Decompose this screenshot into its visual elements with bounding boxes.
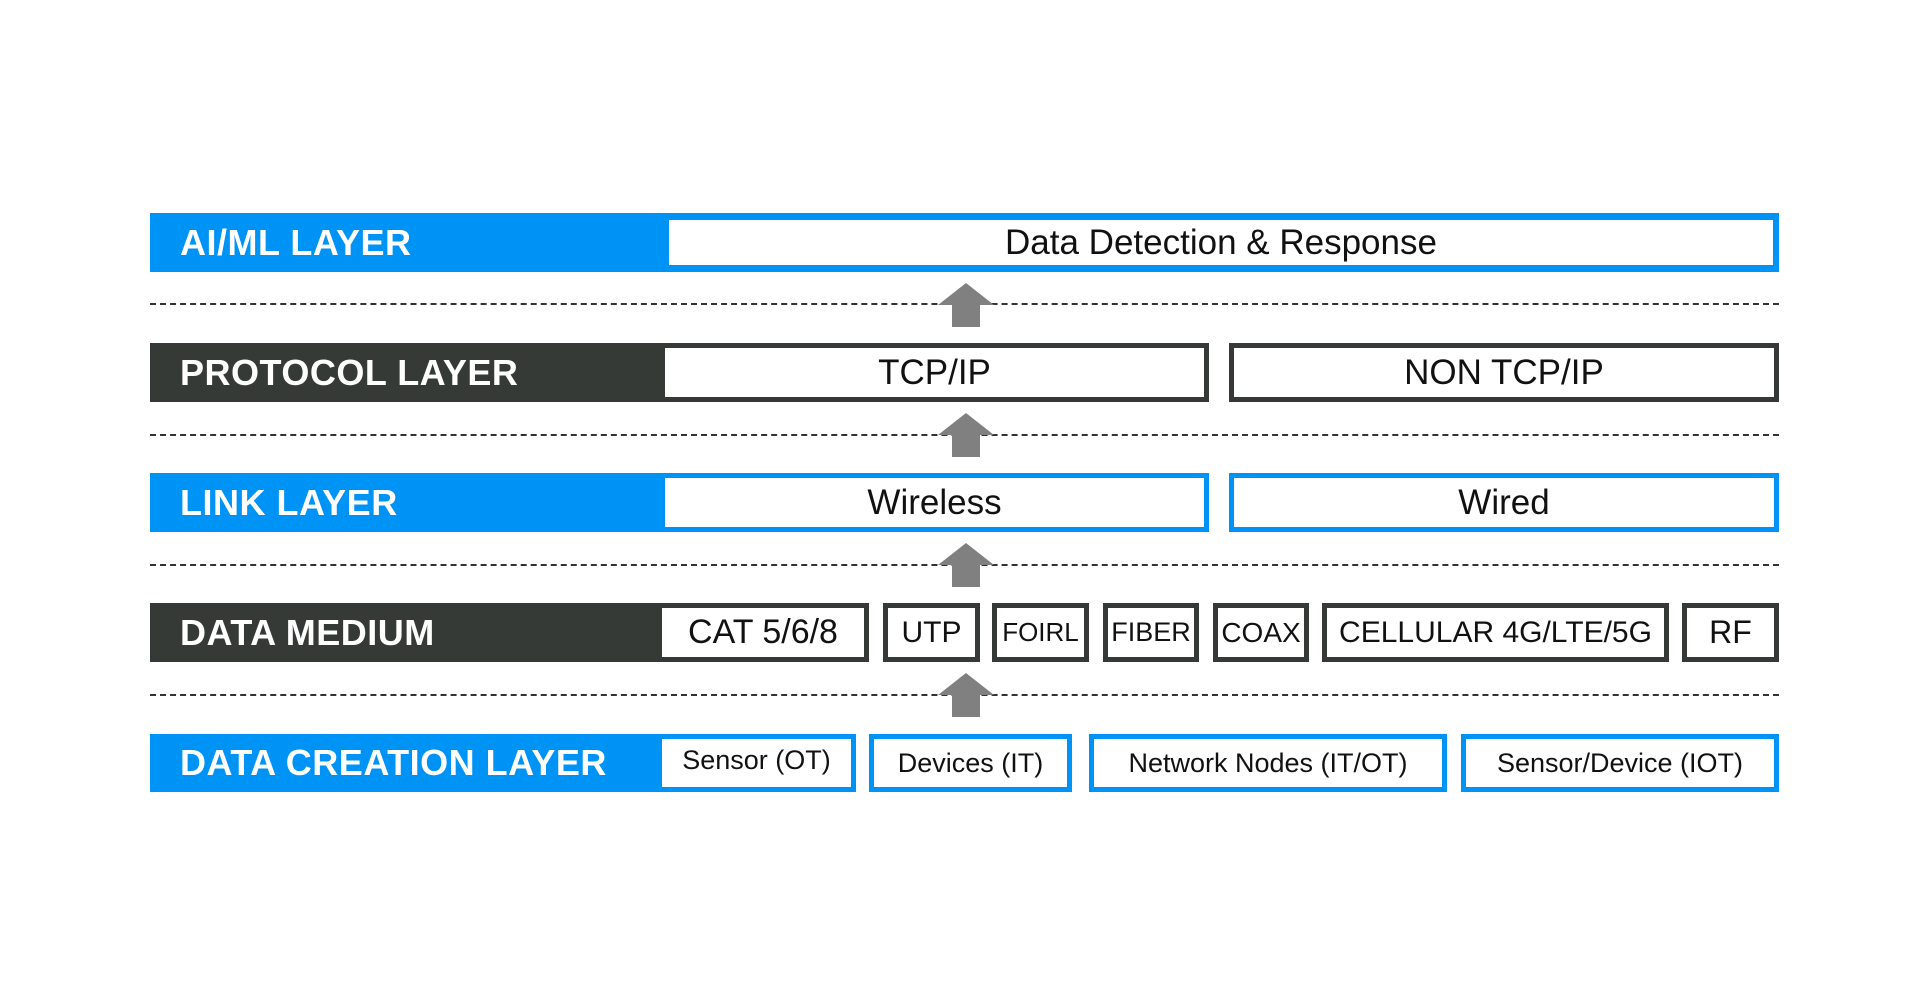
creation-network-nodes-box: Network Nodes (IT/OT) [1089, 734, 1447, 792]
link-layer-label: LINK LAYER [180, 481, 398, 523]
arrow-up-icon [938, 283, 994, 327]
aiml-layer-label: AI/ML LAYER [180, 221, 412, 263]
medium-fiber-box: FIBER [1103, 603, 1199, 662]
data-medium-label: DATA MEDIUM [180, 611, 435, 653]
data-creation-row: DATA CREATION LAYER Sensor (OT) Devices … [150, 734, 1779, 792]
medium-coax-box: COAX [1213, 603, 1309, 662]
non-tcp-ip-box: NON TCP/IP [1229, 343, 1779, 402]
aiml-layer-row: AI/ML LAYER Data Detection & Response [150, 213, 1779, 272]
creation-sensor-ot-box: Sensor (OT) [662, 734, 856, 792]
protocol-layer-label: PROTOCOL LAYER [180, 351, 519, 393]
data-creation-label: DATA CREATION LAYER [180, 742, 607, 783]
medium-foirl-box: FOIRL [992, 603, 1089, 662]
medium-cat-box: CAT 5/6/8 [662, 603, 869, 662]
creation-sensor-device-iot-box: Sensor/Device (IOT) [1461, 734, 1779, 792]
arrow-up-icon [938, 413, 994, 457]
arrow-up-icon [938, 673, 994, 717]
medium-rf-box: RF [1682, 603, 1779, 662]
wired-box: Wired [1229, 473, 1779, 532]
protocol-layer-row: PROTOCOL LAYER TCP/IP NON TCP/IP [150, 343, 1779, 402]
creation-devices-it-box: Devices (IT) [869, 734, 1072, 792]
arrow-up-icon [938, 543, 994, 587]
medium-utp-box: UTP [883, 603, 980, 662]
tcp-ip-box: TCP/IP [665, 343, 1209, 402]
wireless-box: Wireless [665, 473, 1209, 532]
medium-cellular-box: CELLULAR 4G/LTE/5G [1322, 603, 1669, 662]
link-layer-row: LINK LAYER Wireless Wired [150, 473, 1779, 532]
data-detection-response-box: Data Detection & Response [669, 220, 1773, 265]
data-medium-row: DATA MEDIUM CAT 5/6/8 UTP FOIRL FIBER CO… [150, 603, 1779, 662]
